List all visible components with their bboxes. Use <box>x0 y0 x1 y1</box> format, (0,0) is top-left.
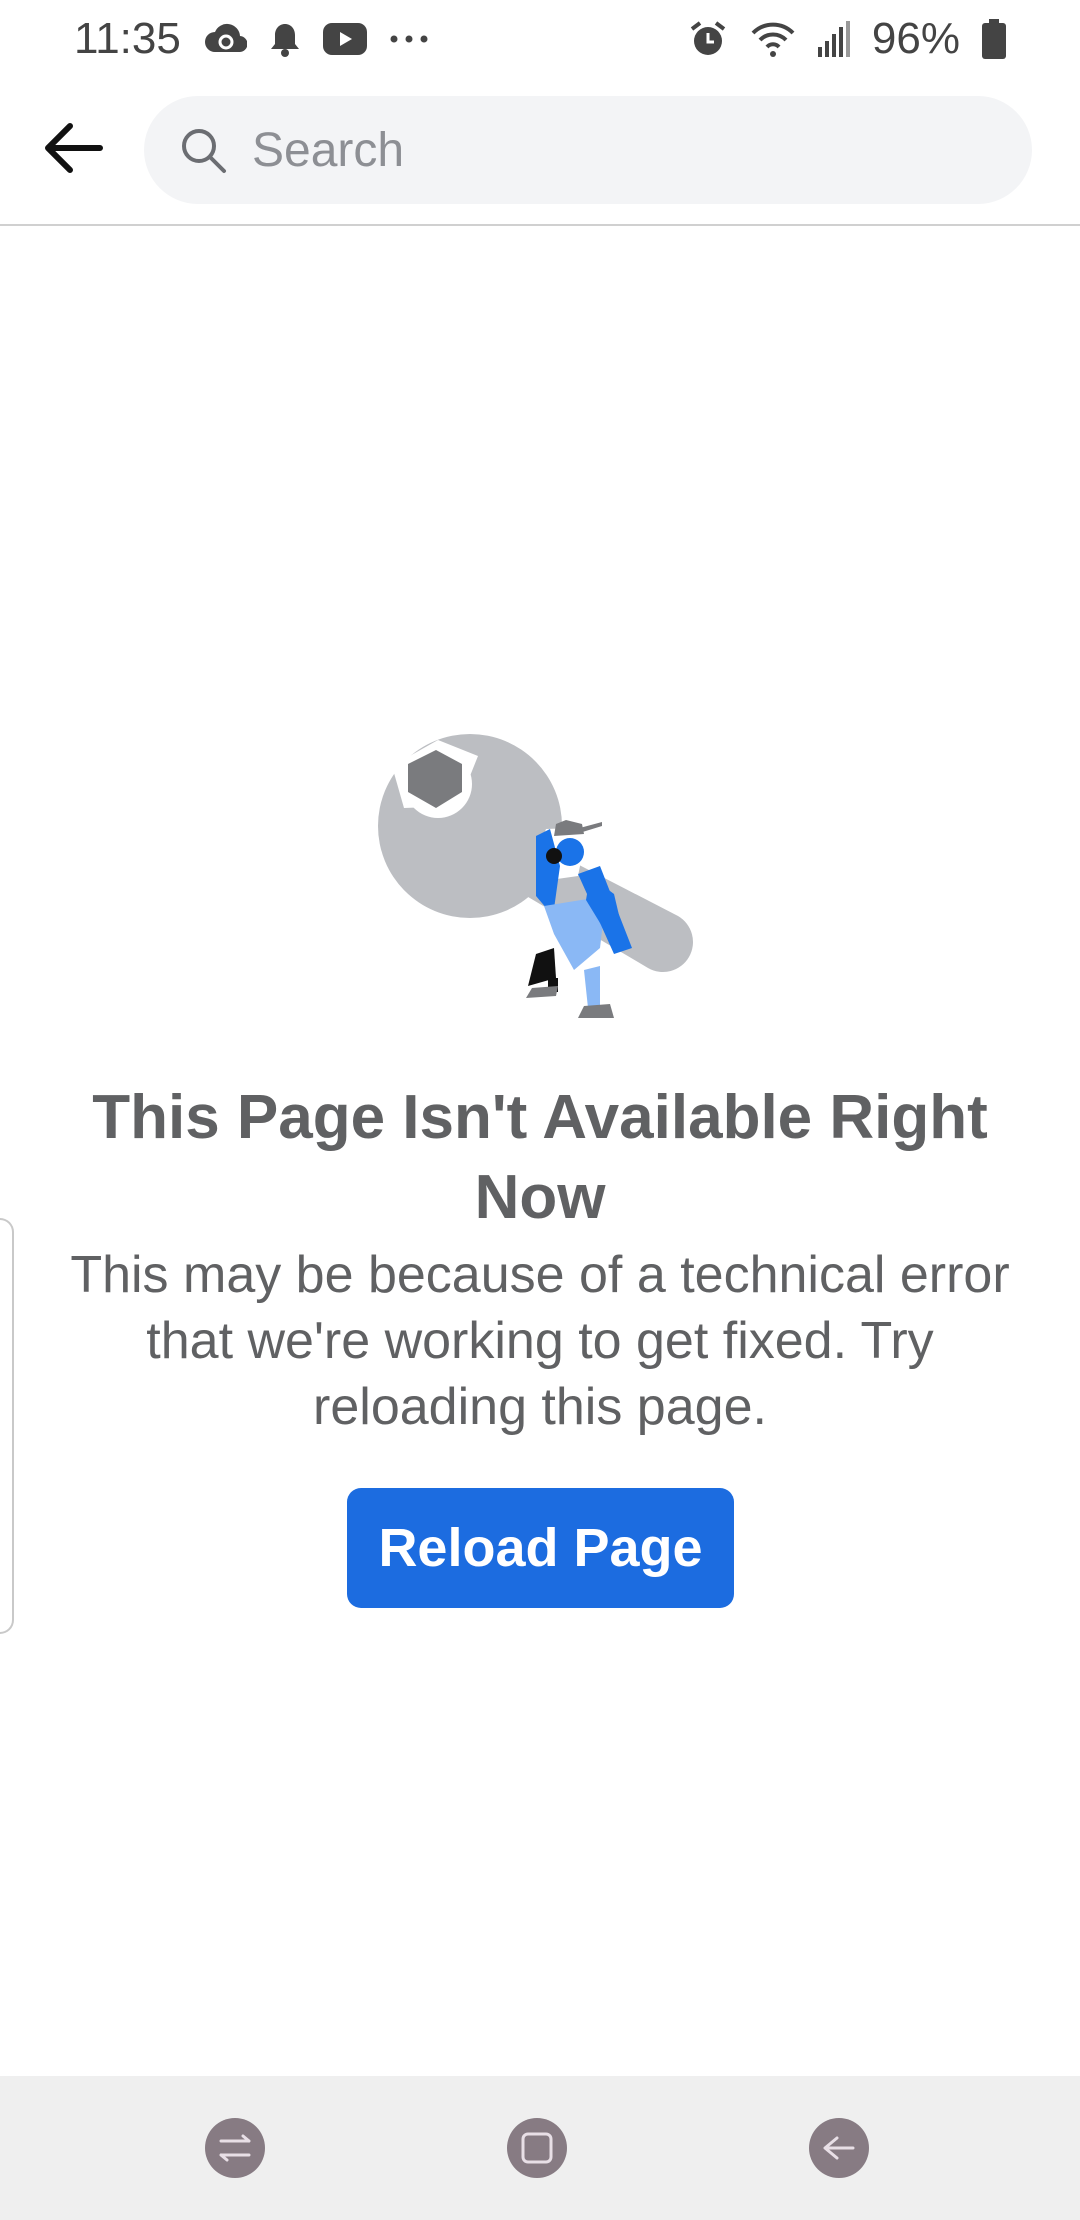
signal-icon <box>817 21 850 57</box>
status-left: 11:35 <box>74 14 429 64</box>
search-input[interactable] <box>250 121 954 179</box>
edge-panel-handle[interactable] <box>0 1218 14 1634</box>
alarm-icon <box>688 19 728 59</box>
reload-page-button[interactable]: Reload Page <box>347 1488 734 1608</box>
more-dots-icon <box>389 34 429 44</box>
youtube-icon <box>322 23 367 55</box>
recent-apps-icon <box>219 2134 251 2162</box>
wifi-icon <box>750 19 796 59</box>
home-icon <box>521 2132 553 2164</box>
search-bar[interactable] <box>144 96 1032 204</box>
notification-bell-icon <box>269 21 301 57</box>
error-message: This may be because of a technical error… <box>70 1246 1010 1436</box>
error-title: This Page Isn't Available Right Now <box>92 1083 988 1232</box>
system-nav-bar <box>0 2076 1080 2220</box>
battery-icon <box>982 19 1006 59</box>
wrench-icon <box>378 734 693 973</box>
sync-cloud-icon <box>203 22 247 56</box>
back-arrow-icon <box>45 123 103 173</box>
battery-percent: 96% <box>871 14 960 63</box>
worker-figure <box>526 820 632 1018</box>
status-right: 96% <box>688 14 1006 64</box>
worker-wrench-illustration <box>378 734 693 1018</box>
back-button[interactable] <box>34 110 110 186</box>
status-time: 11:35 <box>74 14 181 63</box>
nav-back-button[interactable] <box>809 2118 869 2178</box>
search-icon <box>178 123 232 177</box>
status-bar: 11:35 96% <box>0 0 1080 78</box>
home-button[interactable] <box>507 2118 567 2178</box>
back-icon <box>823 2136 855 2160</box>
app-header <box>0 92 1080 226</box>
recent-apps-button[interactable] <box>205 2118 265 2178</box>
